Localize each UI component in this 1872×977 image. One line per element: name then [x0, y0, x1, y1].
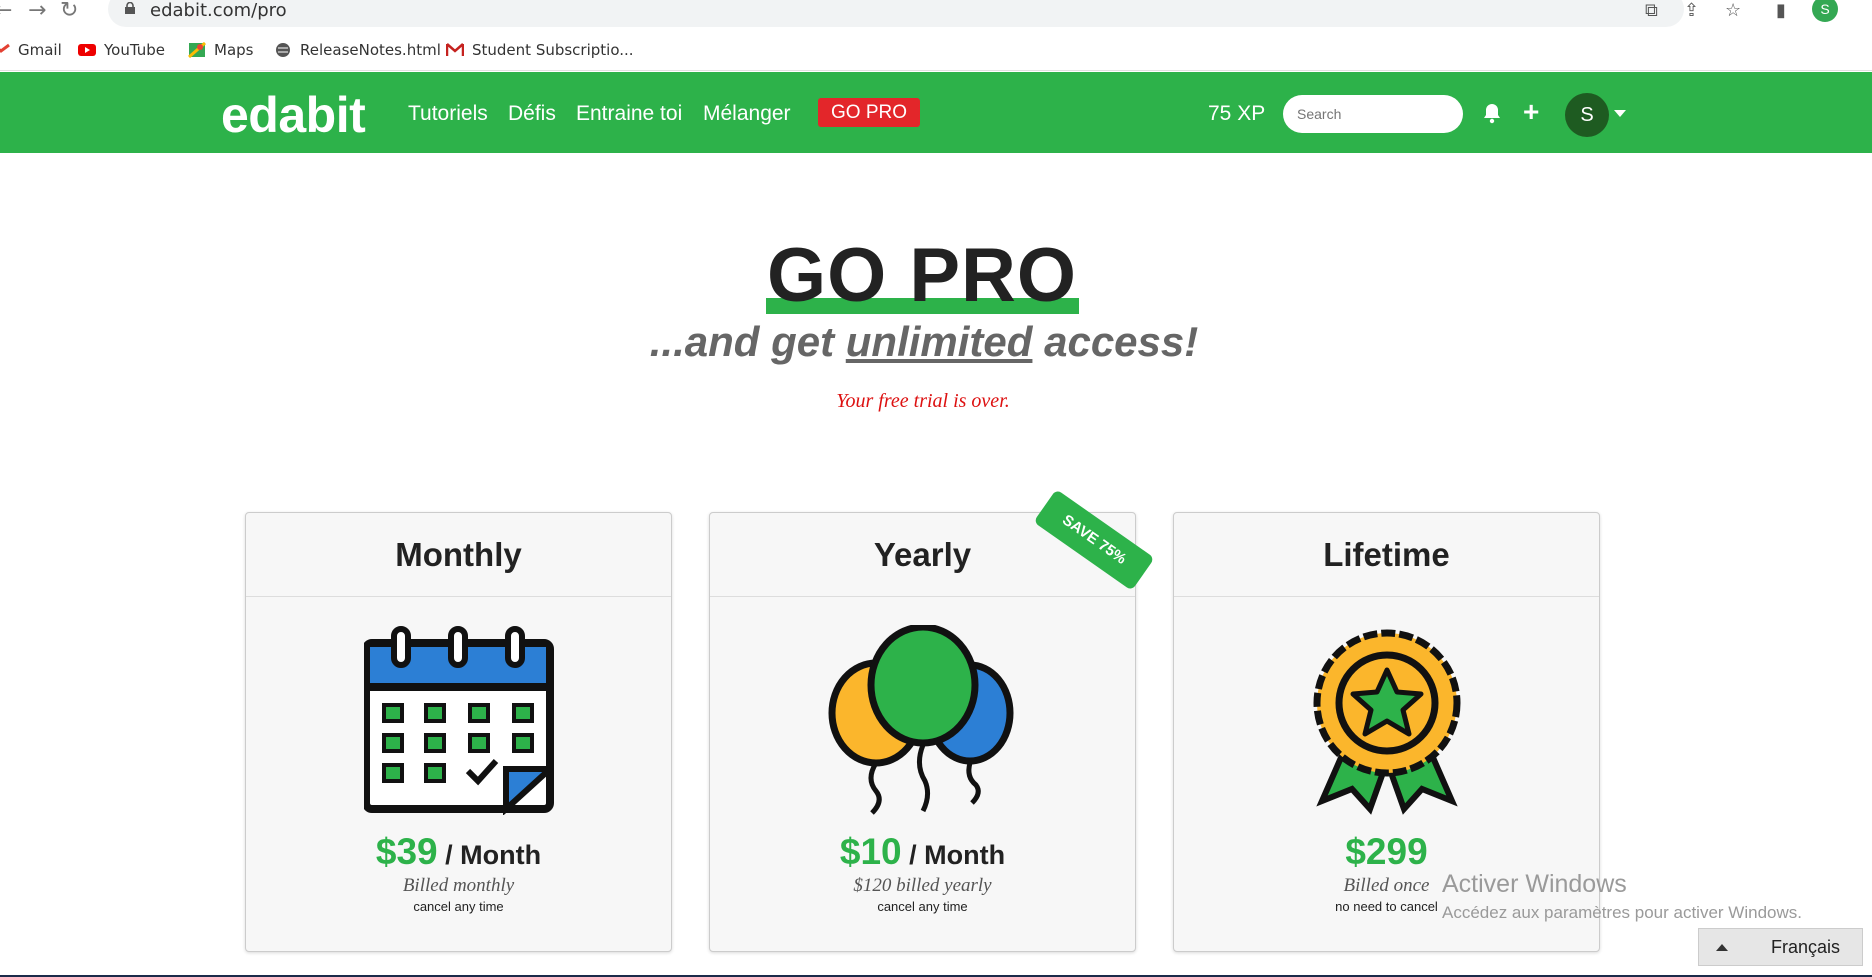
add-icon[interactable]: +: [1523, 96, 1539, 128]
nav-defis[interactable]: Défis: [508, 102, 556, 126]
forward-icon[interactable]: →: [28, 0, 46, 23]
maps-icon: [188, 42, 206, 58]
user-avatar[interactable]: S: [1565, 93, 1609, 137]
plan-note: cancel any time: [877, 899, 968, 914]
award-badge-icon: [1313, 629, 1461, 815]
bookmark-star-icon[interactable]: ☆: [1725, 0, 1747, 21]
language-selector[interactable]: Français: [1698, 928, 1863, 966]
bookmark-youtube[interactable]: YouTube: [78, 41, 165, 59]
bookmark-gmail[interactable]: Gmail: [0, 41, 62, 59]
windows-activation-subtitle: Accédez aux paramètres pour activer Wind…: [1442, 903, 1802, 922]
plan-title: Monthly: [246, 513, 671, 597]
page-subtitle: ...and get unlimited access!: [649, 318, 1199, 365]
bookmark-releasenotes[interactable]: ReleaseNotes.html: [274, 41, 441, 59]
side-panel-icon[interactable]: ▮: [1776, 0, 1798, 21]
page-title: GO PRO: [766, 233, 1078, 318]
windows-activation-title: Activer Windows: [1442, 870, 1627, 898]
browser-profile-avatar[interactable]: S: [1812, 0, 1838, 22]
bookmark-student-subscription[interactable]: Student Subscriptio...: [446, 41, 634, 59]
calendar-icon: [364, 626, 554, 815]
reload-icon[interactable]: ↻: [60, 0, 78, 23]
plan-billing: Billed monthly: [402, 875, 515, 896]
xp-counter: 75 XP: [1208, 102, 1266, 125]
gmail-icon: [446, 43, 464, 56]
go-pro-button[interactable]: GO PRO: [818, 98, 920, 127]
language-label: Français: [1771, 937, 1841, 957]
plan-card-yearly[interactable]: Yearly $10 / Month $120 billed yearly ca…: [709, 512, 1136, 952]
back-icon[interactable]: ←: [0, 0, 12, 23]
search-input[interactable]: [1283, 95, 1463, 133]
site-header: edabit Tutoriels Défis Entraine toi Méla…: [0, 72, 1872, 153]
address-bar[interactable]: [108, 0, 1684, 27]
bell-icon[interactable]: [1482, 102, 1502, 124]
gmail-icon: [0, 43, 10, 53]
plan-price: $10 / Month: [839, 831, 1006, 872]
plan-price: $39 / Month: [375, 831, 542, 872]
nav-melanger[interactable]: Mélanger: [703, 102, 791, 126]
url-text[interactable]: edabit.com/pro: [150, 0, 287, 21]
subtitle-emphasis: unlimited: [845, 318, 1033, 365]
bookmark-maps[interactable]: Maps: [188, 41, 253, 59]
bookmarks-bar: Gmail YouTube Maps ReleaseNotes.html Stu…: [0, 33, 1872, 71]
nav-tutoriels[interactable]: Tutoriels: [408, 102, 488, 126]
globe-icon: [276, 43, 290, 57]
trial-notice: Your free trial is over.: [836, 390, 1010, 412]
plan-card-monthly[interactable]: Monthly $39 / Month Billed monthly cance…: [245, 512, 672, 952]
plan-price: $299: [1345, 831, 1428, 872]
plan-title: Lifetime: [1174, 513, 1599, 597]
browser-toolbar: ← → ↻ edabit.com/pro ⧉ ⇪ ☆ ▮ S: [0, 0, 1872, 33]
share-icon[interactable]: ⇪: [1684, 0, 1706, 21]
nav-entraine-toi[interactable]: Entraine toi: [576, 102, 682, 126]
plan-note: cancel any time: [413, 899, 504, 914]
edabit-logo[interactable]: edabit: [221, 86, 366, 144]
youtube-icon: [78, 44, 96, 56]
translate-icon[interactable]: ⧉: [1645, 0, 1667, 21]
chevron-down-icon[interactable]: [1614, 110, 1626, 117]
lock-icon: [125, 2, 135, 14]
chevron-up-icon: [1716, 944, 1728, 951]
balloons-icon: [828, 625, 1014, 815]
plan-billing: $120 billed yearly: [853, 875, 992, 896]
